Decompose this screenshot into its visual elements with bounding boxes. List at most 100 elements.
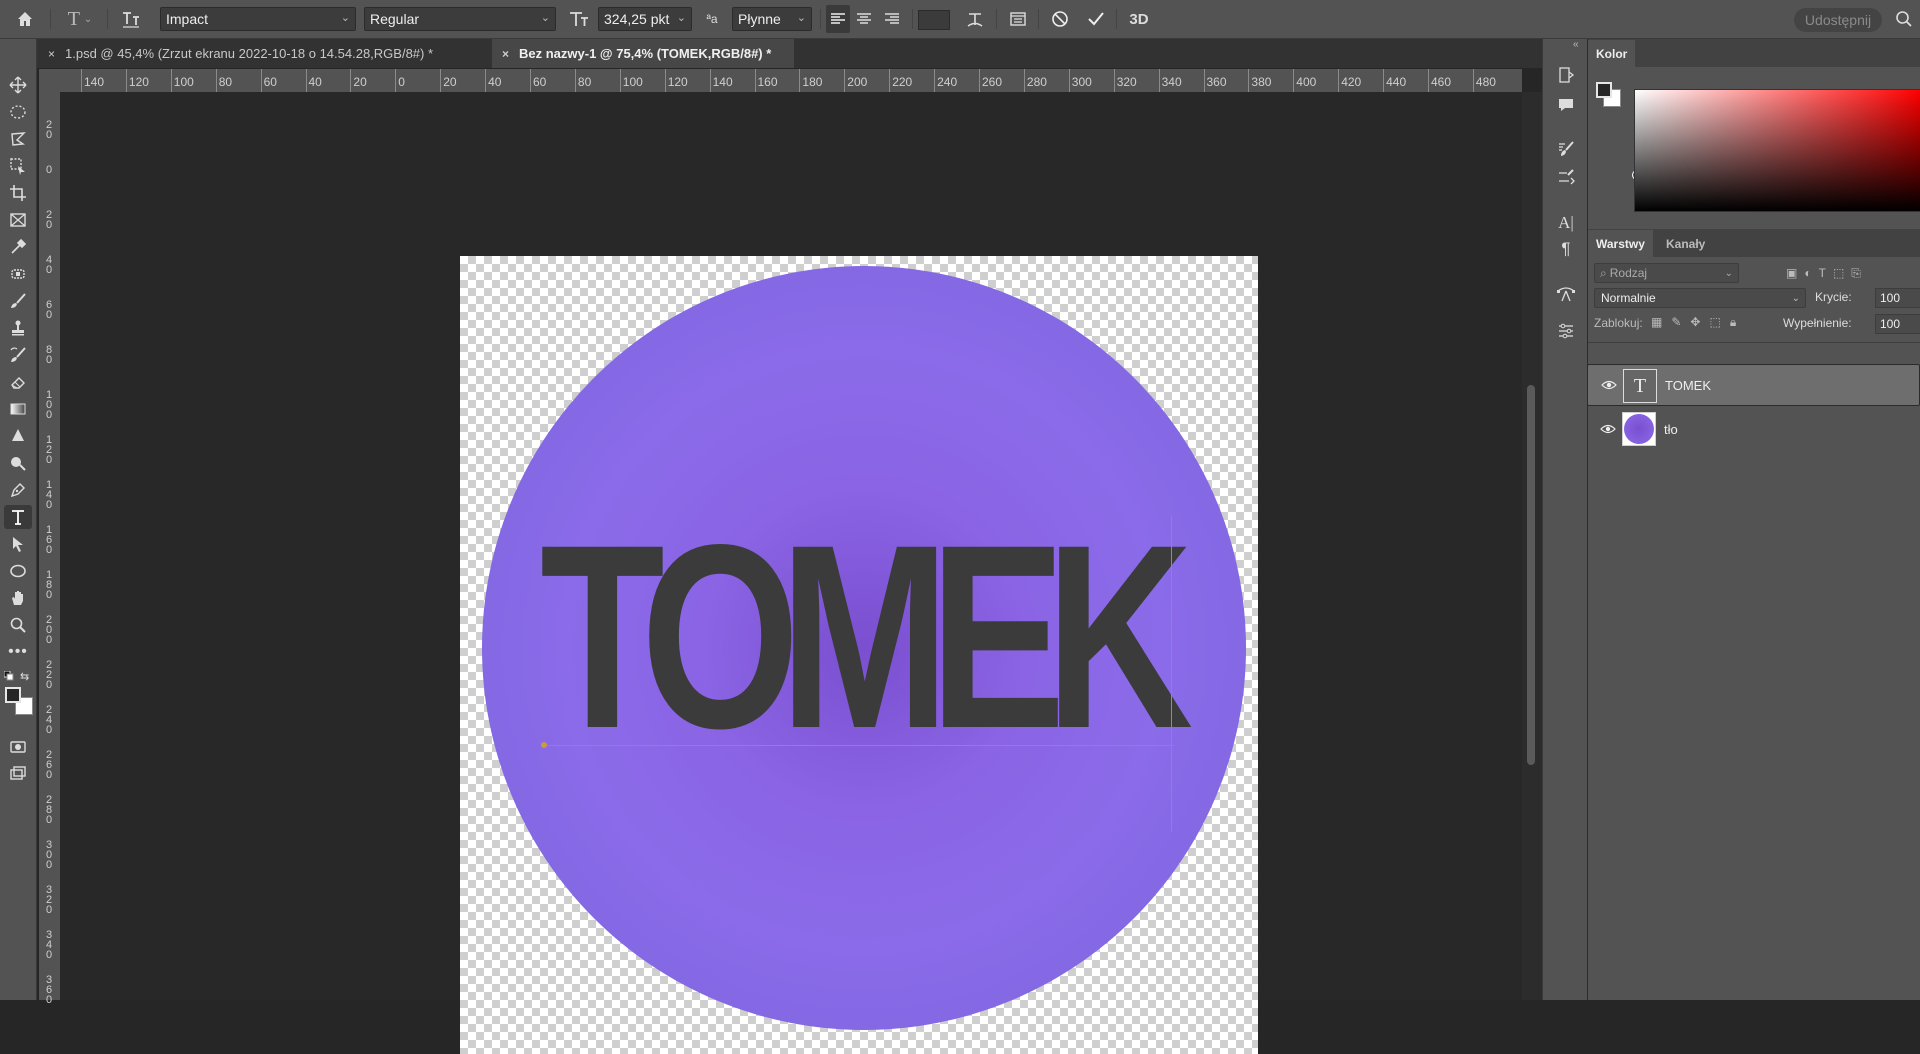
- adjustments-icon[interactable]: [1554, 319, 1578, 343]
- panel-color-swatches[interactable]: [1595, 79, 1623, 111]
- image-filter-icon[interactable]: ▣: [1786, 266, 1797, 282]
- font-style-select[interactable]: Regular ⌄: [364, 7, 556, 31]
- ruler-tick-line: [1113, 69, 1115, 92]
- lock-all-icon[interactable]: 🔒︎: [1730, 315, 1736, 330]
- fill-field[interactable]: 100: [1875, 314, 1920, 334]
- collapse-dock-icon[interactable]: «: [1573, 39, 1587, 53]
- ruler-tick-line: [889, 69, 891, 92]
- move-tool-icon[interactable]: [4, 73, 32, 97]
- ruler-tick-line: [260, 69, 262, 92]
- ruler-tick-label: 120: [45, 434, 53, 466]
- dodge-icon[interactable]: [4, 451, 32, 475]
- brush-settings-icon[interactable]: [1554, 137, 1578, 161]
- tomek-text-layer[interactable]: TOMEK: [540, 506, 1193, 768]
- document-canvas[interactable]: TOMEK: [460, 256, 1258, 1054]
- font-size-field[interactable]: 324,25 pkt ⌄: [598, 7, 692, 31]
- type-filter-icon[interactable]: T: [1819, 266, 1826, 282]
- visibility-eye-icon[interactable]: [1601, 379, 1617, 391]
- eraser-icon[interactable]: [4, 370, 32, 394]
- character-panel-icon[interactable]: [1006, 5, 1030, 33]
- type-tool-preset-icon[interactable]: T ⌄: [60, 5, 100, 33]
- healing-brush-icon[interactable]: [4, 262, 32, 286]
- color-swatches[interactable]: [3, 685, 33, 715]
- tab-document-2[interactable]: × Bez nazwy-1 @ 75,4% (TOMEK,RGB/8#) *: [492, 39, 794, 68]
- commit-edit-icon[interactable]: [1082, 5, 1110, 33]
- type-tool-icon[interactable]: [4, 505, 32, 529]
- tab-kolor[interactable]: Kolor: [1588, 40, 1636, 67]
- layer-filter-icons: ▣ ◐ T ⬚ ⎘: [1786, 266, 1916, 282]
- layer-name[interactable]: TOMEK: [1665, 378, 1711, 393]
- smart-object-filter-icon[interactable]: ⎘: [1851, 266, 1861, 282]
- lasso-icon[interactable]: [4, 127, 32, 151]
- layer-name[interactable]: tło: [1664, 422, 1678, 437]
- tab-channels[interactable]: Kanały: [1658, 230, 1713, 257]
- ruler-tick-line: [574, 69, 576, 92]
- blend-mode-select[interactable]: Normalnie ⌄: [1594, 288, 1806, 308]
- adjustment-filter-icon[interactable]: ◐: [1804, 266, 1811, 282]
- visibility-eye-icon[interactable]: [1600, 423, 1616, 435]
- align-left-icon[interactable]: [826, 5, 850, 33]
- text-origin-point[interactable]: [541, 742, 547, 748]
- anti-alias-select[interactable]: Płynne ⌄: [732, 7, 812, 31]
- zoom-icon[interactable]: [4, 613, 32, 637]
- ruler-tick-label: 480: [1475, 75, 1496, 89]
- gradient-icon[interactable]: [4, 397, 32, 421]
- close-tab-icon[interactable]: ×: [502, 47, 509, 61]
- history-brush-icon[interactable]: [4, 343, 32, 367]
- 3d-button[interactable]: 3D: [1124, 5, 1154, 33]
- toggle-text-orientation-icon[interactable]: [118, 5, 144, 33]
- canvas-workspace[interactable]: TOMEK: [60, 92, 1522, 1054]
- home-icon[interactable]: [10, 5, 40, 33]
- layer-filter-select[interactable]: ⌕ Rodzaj ⌄: [1594, 263, 1739, 283]
- hand-icon[interactable]: [4, 586, 32, 610]
- frame-icon[interactable]: [4, 208, 32, 232]
- options-bar: T ⌄ Impact ⌄ Regular ⌄ 324,25 pkt ⌄ ªa Płynn…: [0, 0, 1920, 39]
- brushes-icon[interactable]: [1554, 165, 1578, 189]
- character-icon[interactable]: A|: [1554, 211, 1578, 235]
- color-picker-field[interactable]: [1634, 89, 1920, 212]
- warp-text-icon[interactable]: [962, 5, 988, 33]
- opacity-field[interactable]: 100: [1875, 288, 1920, 308]
- align-center-icon[interactable]: [852, 5, 876, 33]
- tab-document-1[interactable]: × 1.psd @ 45,4% (Zrzut ekranu 2022-10-18…: [38, 39, 494, 68]
- paths-icon[interactable]: [1554, 283, 1578, 307]
- ruler-tick-line: [1248, 69, 1250, 92]
- object-selection-icon[interactable]: [4, 154, 32, 178]
- search-icon[interactable]: [1892, 5, 1916, 33]
- lock-transparency-icon[interactable]: ▦: [1651, 315, 1662, 330]
- elliptical-marquee-icon[interactable]: [4, 100, 32, 124]
- paragraph-icon[interactable]: ¶: [1554, 237, 1578, 261]
- scrollbar-thumb[interactable]: [1527, 385, 1535, 765]
- history-panel-icon[interactable]: [1554, 63, 1578, 87]
- quick-mask-icon[interactable]: [4, 735, 32, 759]
- layer-row-tomek[interactable]: T TOMEK: [1587, 364, 1920, 406]
- foreground-color-swatch[interactable]: [5, 687, 21, 703]
- layer-row-tlo[interactable]: tło: [1587, 408, 1920, 450]
- eyedropper-icon[interactable]: [4, 235, 32, 259]
- path-selection-icon[interactable]: [4, 532, 32, 556]
- crop-icon[interactable]: [4, 181, 32, 205]
- screen-mode-icon[interactable]: [4, 762, 32, 786]
- share-button[interactable]: Udostępnij: [1794, 8, 1882, 32]
- align-right-icon[interactable]: [880, 5, 904, 33]
- text-color-swatch[interactable]: [918, 10, 950, 30]
- close-tab-icon[interactable]: ×: [48, 47, 55, 61]
- pen-icon[interactable]: [4, 478, 32, 502]
- font-family-select[interactable]: Impact ⌄: [160, 7, 356, 31]
- comments-icon[interactable]: [1554, 93, 1578, 117]
- default-colors-icon[interactable]: [4, 671, 14, 681]
- swap-colors-icon[interactable]: ⇆: [20, 670, 32, 683]
- blur-icon[interactable]: [4, 424, 32, 448]
- ellipse-shape-icon[interactable]: [4, 559, 32, 583]
- clone-stamp-icon[interactable]: [4, 316, 32, 340]
- lock-pixels-icon[interactable]: ✎: [1671, 315, 1681, 330]
- tab-layers[interactable]: Warstwy: [1588, 230, 1653, 257]
- panel-foreground-swatch[interactable]: [1596, 82, 1612, 98]
- more-tools-icon[interactable]: •••: [4, 640, 32, 664]
- cancel-edit-icon[interactable]: [1046, 5, 1074, 33]
- brush-icon[interactable]: [4, 289, 32, 313]
- lock-position-icon[interactable]: ✥: [1690, 315, 1700, 330]
- shape-filter-icon[interactable]: ⬚: [1833, 266, 1844, 282]
- ruler-tick-label: 20: [443, 75, 457, 89]
- lock-artboard-icon[interactable]: ⬚: [1709, 315, 1720, 330]
